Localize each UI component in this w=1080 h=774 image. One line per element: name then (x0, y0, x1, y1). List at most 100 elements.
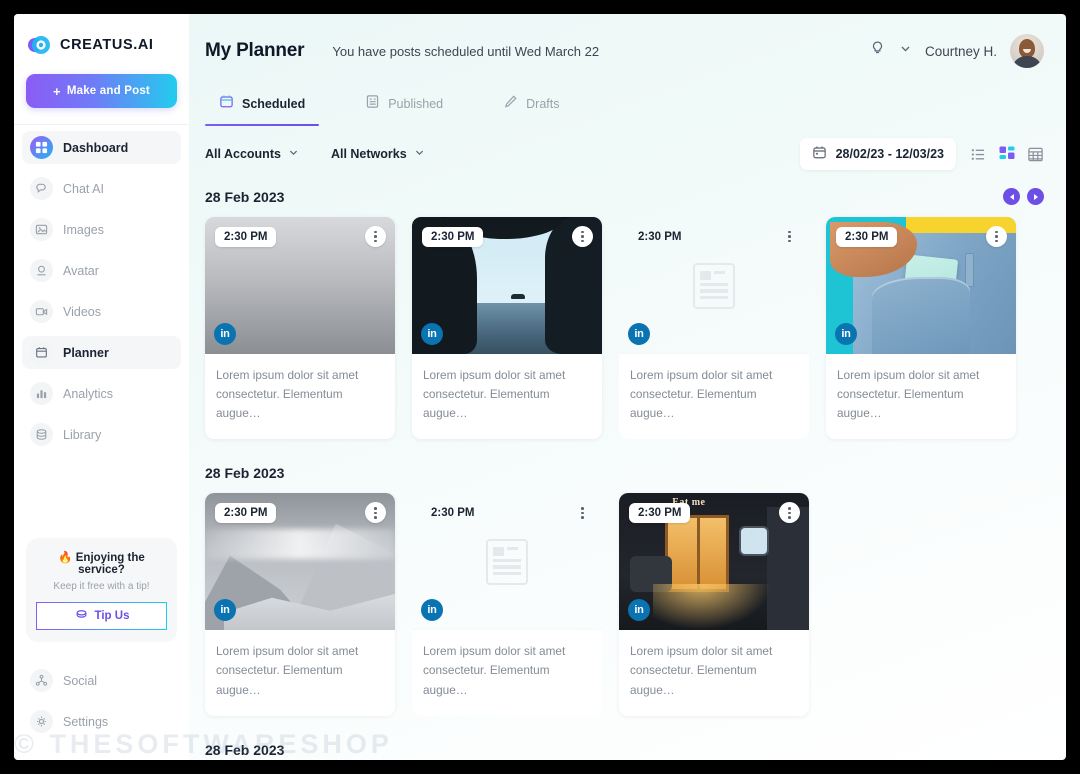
sidebar-item-chat-ai[interactable]: Chat AI (22, 172, 181, 205)
sidebar-item-dashboard[interactable]: Dashboard (22, 131, 181, 164)
planner-board[interactable]: 28 Feb 2023 2:30 PM in Lorem ipsum dolor (189, 170, 1066, 758)
day-date-label: 28 Feb 2023 (205, 188, 285, 205)
tab-label: Published (388, 97, 444, 111)
tab-label: Drafts (526, 97, 560, 111)
image-icon (30, 218, 53, 241)
post-card[interactable]: 2:30 PM in Lorem ipsum dolor sit amet co… (619, 217, 809, 440)
user-name[interactable]: Courtney H. (925, 44, 997, 59)
list-view-toggle[interactable] (970, 146, 987, 163)
post-caption: Lorem ipsum dolor sit amet consectetur. … (423, 368, 566, 421)
all-networks-label: All Networks (330, 147, 407, 161)
tip-card-subtitle: Keep it free with a tip! (53, 581, 150, 592)
post-time-badge: 2:30 PM (431, 507, 475, 520)
tab-published[interactable]: Published (351, 88, 457, 126)
prev-week-button[interactable] (1003, 188, 1020, 205)
make-and-post-button[interactable]: + Make and Post (26, 74, 177, 108)
gear-icon (30, 710, 53, 733)
calendar-icon (30, 341, 53, 364)
post-menu-button[interactable] (572, 226, 593, 247)
make-and-post-label: Make and Post (66, 85, 150, 97)
social-network-icon (30, 669, 53, 692)
document-icon (365, 94, 380, 114)
post-menu-button[interactable] (572, 502, 593, 523)
post-media: 2:30 PM in (412, 217, 602, 354)
all-accounts-label: All Accounts (205, 147, 281, 161)
post-menu-button[interactable] (779, 226, 800, 247)
sidebar-nav: Dashboard Chat AI Images Avatar Videos P… (14, 131, 189, 459)
all-networks-dropdown[interactable]: All Networks (331, 147, 425, 161)
post-card[interactable]: 2:30 PM in Lorem ipsum dolor sit amet co… (412, 493, 602, 716)
video-camera-icon (30, 300, 53, 323)
avatar[interactable] (1010, 34, 1044, 68)
calendar-view-toggle[interactable] (1027, 146, 1044, 163)
tab-drafts[interactable]: Drafts (489, 88, 573, 126)
post-menu-button[interactable] (365, 226, 386, 247)
post-card[interactable]: 2:30 PM in Lorem ipsum dolor sit amet co… (205, 217, 395, 440)
avatar-body (1012, 56, 1042, 68)
creatus-logo-icon (26, 32, 52, 58)
tab-label: Scheduled (242, 97, 306, 111)
post-media: 2:30 PM in (205, 493, 395, 631)
sidebar-item-videos[interactable]: Videos (22, 295, 181, 328)
post-card[interactable]: 2:30 PM in Lorem ipsum dolor sit amet co… (205, 493, 395, 716)
day-card-row: 2:30 PM in Lorem ipsum dolor sit amet co… (205, 217, 1044, 440)
tip-us-label: Tip Us (94, 610, 130, 622)
pencil-icon (503, 94, 518, 114)
post-time-badge: 2:30 PM (836, 227, 898, 247)
sidebar-item-social[interactable]: Social (22, 664, 181, 697)
sidebar-item-avatar[interactable]: Avatar (22, 254, 181, 287)
linkedin-badge: in (421, 599, 443, 622)
sidebar-item-planner[interactable]: Planner (22, 336, 181, 369)
sidebar-item-images[interactable]: Images (22, 213, 181, 246)
sidebar-item-label: Videos (63, 304, 101, 319)
post-card[interactable]: Eat me 2:30 PM in Lorem ipsum dolor sit … (619, 493, 809, 716)
linkedin-badge: in (628, 323, 650, 345)
lightbulb-icon[interactable] (869, 40, 886, 62)
post-body: Lorem ipsum dolor sit amet consectetur. … (412, 630, 602, 716)
post-caption: Lorem ipsum dolor sit amet consectetur. … (630, 644, 773, 697)
post-body: Lorem ipsum dolor sit amet consectetur. … (826, 354, 1016, 439)
post-caption: Lorem ipsum dolor sit amet consectetur. … (216, 368, 359, 421)
chevron-left-icon (1009, 193, 1014, 200)
topbar: My Planner You have posts scheduled unti… (189, 14, 1066, 88)
chevron-down-icon[interactable] (899, 42, 912, 60)
tip-us-button[interactable]: Tip Us (36, 602, 167, 630)
post-caption: Lorem ipsum dolor sit amet consectetur. … (423, 644, 566, 697)
day-group-header: 28 Feb 2023 (205, 742, 1044, 758)
post-media: 2:30 PM in (619, 217, 809, 354)
post-menu-button[interactable] (986, 226, 1007, 247)
topbar-right: Courtney H. (869, 34, 1044, 68)
tab-scheduled[interactable]: Scheduled (205, 88, 320, 126)
main-content: My Planner You have posts scheduled unti… (189, 14, 1066, 760)
sidebar-item-label: Images (63, 222, 104, 237)
sidebar-item-analytics[interactable]: Analytics (22, 377, 181, 410)
chevron-right-icon (1033, 193, 1038, 200)
filter-bar: All Accounts All Networks 28/02/23 - 12/… (189, 126, 1066, 170)
linkedin-badge: in (214, 323, 236, 345)
sidebar: CREATUS.AI + Make and Post Dashboard Cha… (14, 14, 189, 760)
post-card[interactable]: 2:30 PM in Lorem ipsum dolor sit amet co… (412, 217, 602, 440)
post-body: Lorem ipsum dolor sit amet consectetur. … (619, 354, 809, 440)
post-media: 2:30 PM in (205, 217, 395, 354)
post-card[interactable]: Joolies 2:30 PM in Lorem ipsum dolor sit… (826, 217, 1016, 440)
day-nav (1003, 188, 1044, 205)
date-range-picker[interactable]: 28/02/23 - 12/03/23 (799, 138, 956, 170)
linkedin-badge: in (835, 323, 857, 345)
day-group-header: 28 Feb 2023 (205, 188, 1044, 205)
tip-card: 🔥 Enjoying the service? Keep it free wit… (26, 538, 177, 642)
post-caption: Lorem ipsum dolor sit amet consectetur. … (837, 368, 980, 421)
sidebar-item-settings[interactable]: Settings (22, 705, 181, 738)
page-title: My Planner (205, 40, 305, 61)
next-week-button[interactable] (1027, 188, 1044, 205)
all-accounts-dropdown[interactable]: All Accounts (205, 147, 299, 161)
calendar-icon (812, 145, 827, 163)
sidebar-item-label: Library (63, 427, 102, 442)
app-window: CREATUS.AI + Make and Post Dashboard Cha… (14, 14, 1066, 760)
post-body: Lorem ipsum dolor sit amet consectetur. … (619, 630, 809, 715)
chat-bubbles-icon (30, 177, 53, 200)
grid-view-toggle[interactable] (998, 145, 1016, 163)
post-media: Joolies 2:30 PM in (826, 217, 1016, 354)
sidebar-item-library[interactable]: Library (22, 418, 181, 451)
post-media: 2:30 PM in (412, 493, 602, 630)
day-card-row: 2:30 PM in Lorem ipsum dolor sit amet co… (205, 493, 1044, 716)
